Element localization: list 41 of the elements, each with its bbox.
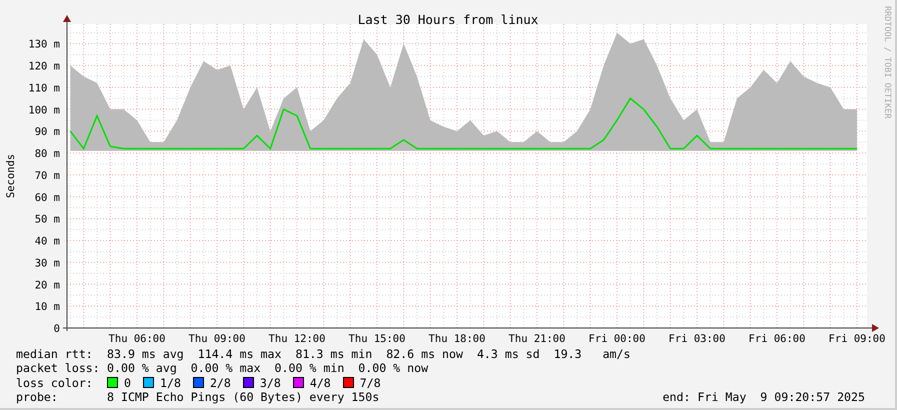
swatch-label: 3/8 (260, 376, 281, 390)
x-tick-label: Fri 06:00 (748, 333, 806, 345)
y-tick-label: 90 m (34, 126, 60, 138)
legend-label: probe: (16, 390, 59, 404)
chart-title: Last 30 Hours from linux (358, 12, 538, 27)
swatch-label: 2/8 (210, 376, 231, 390)
end-time: end: Fri May 9 09:20:57 2025 (662, 390, 865, 404)
x-tick-label: Fri 09:00 (828, 333, 886, 345)
y-tick-label: 130 m (28, 38, 60, 51)
x-tick-label: Thu 09:00 (188, 333, 246, 345)
x-tick-label: Thu 21:00 (508, 333, 566, 345)
y-tick-label: 20 m (34, 279, 60, 292)
swatch-label: 1/8 (160, 376, 181, 390)
y-tick-label: 40 m (34, 236, 60, 248)
legend-stats: 0.00 % avg 0.00 % max 0.00 % min 0.00 % now (107, 361, 428, 376)
x-tick-label: Thu 15:00 (348, 333, 406, 345)
legend-label: packet loss: (16, 361, 101, 376)
x-tick-label: Thu 18:00 (428, 333, 486, 345)
legend-stats: 83.9 ms avg 114.4 ms max 81.3 ms min 82.6 ms now 4.3 ms sd 19.3 am/s (107, 347, 631, 362)
y-tick-label: 110 m (28, 82, 60, 94)
legend-label: median rtt: (16, 347, 94, 362)
y-tick-label: 80 m (34, 148, 60, 160)
swatch-label: 4/8 (310, 376, 331, 390)
y-tick-label: 60 m (34, 192, 60, 204)
y-tick-label: 70 m (34, 170, 60, 182)
swatch-label: 0 (124, 376, 131, 390)
y-tick-label: 30 m (34, 257, 60, 270)
y-tick-label: 100 m (28, 104, 60, 116)
y-tick-label: 120 m (28, 60, 60, 73)
y-tick-label: 0 (54, 323, 60, 335)
axis-title: Seconds (5, 154, 17, 198)
x-tick-label: Fri 03:00 (668, 333, 726, 345)
credit-text: RRDTOOL / TOBI OETIKER (882, 6, 892, 119)
x-tick-label: Thu 06:00 (108, 333, 166, 345)
y-tick-label: 50 m (34, 214, 60, 226)
swatch-label: 7/8 (360, 376, 381, 390)
probe-text: 8 ICMP Echo Pings (60 Bytes) every 150s (107, 390, 380, 404)
legend-label: loss color: (16, 376, 94, 390)
x-tick-label: Thu 12:00 (268, 333, 326, 345)
x-tick-label: Fri 00:00 (588, 333, 646, 345)
y-tick-label: 10 m (34, 301, 60, 314)
